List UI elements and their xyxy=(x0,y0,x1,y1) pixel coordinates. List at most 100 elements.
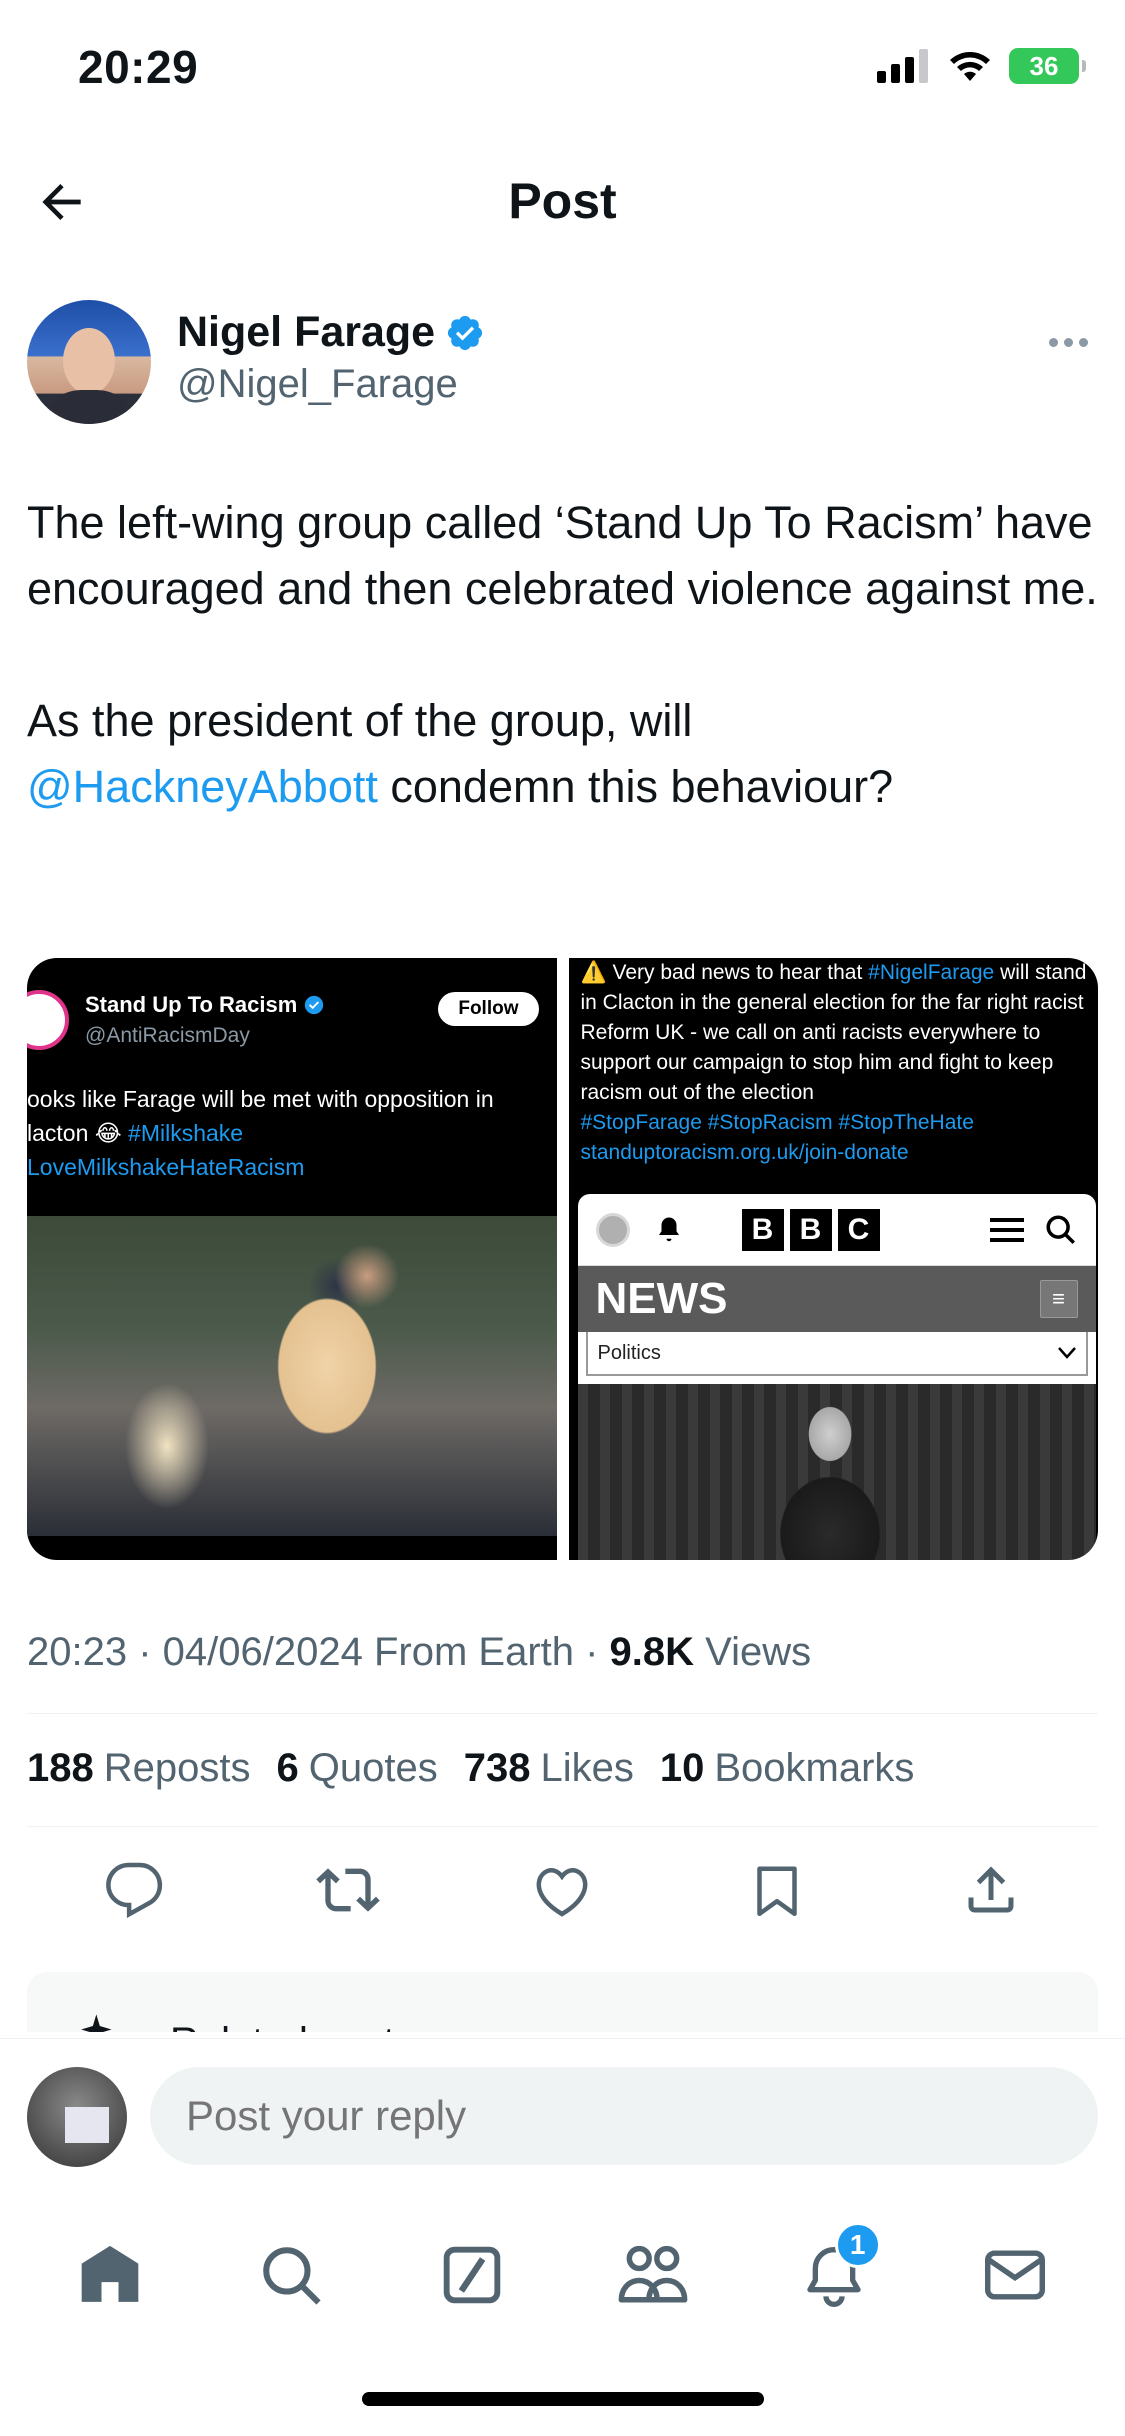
verified-badge-icon xyxy=(448,315,483,350)
bookmarks-count: 10 xyxy=(659,1746,705,1790)
embedded-hashtag: #NigelFarage xyxy=(868,961,995,984)
bookmarks-stat[interactable]: 10 Bookmarks xyxy=(660,1746,915,1791)
embedded-hashtag: #Milkshake xyxy=(128,1120,244,1146)
embedded-post-header: Stand Up To Racism @AntiRacismDay Follow xyxy=(27,980,557,1060)
reply-composer xyxy=(0,2038,1125,2228)
header: Post xyxy=(0,150,1125,250)
repost-icon xyxy=(316,1868,381,1912)
mention-link[interactable]: @HackneyAbbott xyxy=(27,761,378,812)
post-text-segment: As the president of the group, will xyxy=(27,695,693,746)
likes-label: Likes xyxy=(540,1746,634,1790)
bbc-news-banner: NEWS ≡ xyxy=(577,1266,1096,1332)
share-button[interactable] xyxy=(956,1855,1026,1925)
reply-icon xyxy=(106,1862,163,1919)
embedded-text-line: lacton 😂 xyxy=(27,1120,129,1146)
reply-input[interactable] xyxy=(150,2067,1098,2165)
mail-icon xyxy=(984,2250,1045,2300)
related-posts-section[interactable]: Related posts xyxy=(27,1972,1098,2032)
post-text: The left-wing group called ‘Stand Up To … xyxy=(27,490,1098,886)
author-name-row[interactable]: Nigel Farage xyxy=(177,308,485,357)
embedded-hashtag: LoveMilkshakeHateRacism xyxy=(27,1154,305,1180)
embedded-link: standuptoracism.org.uk/join-donate xyxy=(580,1141,909,1164)
views-label: Views xyxy=(694,1630,812,1674)
author-handle[interactable]: @Nigel_Farage xyxy=(177,362,458,407)
embedded-text-line: ooks like Farage will be met with opposi… xyxy=(27,1086,494,1112)
embedded-text-segment: ⚠️ Very bad news to hear that xyxy=(580,961,869,984)
reply-button[interactable] xyxy=(99,1855,169,1925)
bottom-tab-bar: 1 xyxy=(0,2220,1125,2330)
dot xyxy=(1048,337,1058,347)
likes-stat[interactable]: 738 Likes xyxy=(464,1746,634,1791)
repost-button[interactable] xyxy=(313,1855,383,1925)
signal-icon xyxy=(877,49,928,83)
heart-icon xyxy=(537,1868,588,1917)
media-image-1[interactable]: Stand Up To Racism @AntiRacismDay Follow… xyxy=(27,958,557,1560)
embedded-account-name: Stand Up To Racism xyxy=(85,992,298,1017)
home-indicator[interactable] xyxy=(362,2392,764,2406)
bookmark-button[interactable] xyxy=(742,1855,812,1925)
page-title: Post xyxy=(508,173,617,229)
battery-icon: 36 xyxy=(1009,48,1086,84)
post-media: Stand Up To Racism @AntiRacismDay Follow… xyxy=(27,958,1098,1560)
bbc-top-bar: B B C xyxy=(577,1194,1096,1266)
bell-icon xyxy=(658,1217,679,1241)
share-icon xyxy=(968,1866,1014,1913)
like-button[interactable] xyxy=(527,1855,597,1925)
post-metadata: 20:23 · 04/06/2024 From Earth · 9.8K Vie… xyxy=(27,1630,811,1675)
search-icon xyxy=(263,2247,321,2305)
author-avatar[interactable] xyxy=(27,300,151,424)
media-image-2[interactable]: ⚠️ Very bad news to hear that #NigelFara… xyxy=(568,958,1098,1560)
bookmark-icon xyxy=(756,1866,797,1916)
embedded-post-text: ⚠️ Very bad news to hear that #NigelFara… xyxy=(581,958,1091,1168)
tab-communities[interactable] xyxy=(608,2230,698,2320)
bbc-letter: B xyxy=(789,1208,832,1251)
quotes-label: Quotes xyxy=(308,1746,438,1790)
status-bar: 20:29 36 xyxy=(0,0,1125,140)
embedded-account-name-row: Stand Up To Racism xyxy=(85,992,325,1018)
post-timestamp[interactable]: 20:23 · 04/06/2024 From Earth · xyxy=(27,1630,610,1674)
tab-home[interactable] xyxy=(65,2230,155,2320)
engagement-stats: 188 Reposts 6 Quotes 738 Likes 10 Bookmarks xyxy=(27,1746,914,1791)
tab-messages[interactable] xyxy=(970,2230,1060,2320)
bbc-letter: C xyxy=(837,1208,880,1251)
bbc-logo: B B C xyxy=(741,1208,880,1251)
reposts-stat[interactable]: 188 Reposts xyxy=(27,1746,251,1791)
notification-badge: 1 xyxy=(834,2222,881,2268)
user-avatar[interactable] xyxy=(27,2067,127,2167)
likes-count: 738 xyxy=(463,1746,531,1790)
dot xyxy=(1063,337,1073,347)
more-options-button[interactable] xyxy=(1038,322,1098,362)
grok-icon xyxy=(443,2246,501,2304)
tab-notifications[interactable]: 1 xyxy=(789,2222,881,2320)
chevron-down-icon xyxy=(1057,1347,1076,1359)
bbc-top-right xyxy=(989,1213,1078,1247)
post-actions xyxy=(27,1855,1098,1925)
home-icon xyxy=(82,2245,139,2302)
bbc-news-screenshot: B B C NEWS ≡ Politics xyxy=(577,1194,1096,1560)
stand-up-to-racism-logo xyxy=(27,990,69,1050)
dot xyxy=(1078,337,1088,347)
people-icon xyxy=(618,2245,688,2303)
divider xyxy=(27,1826,1098,1827)
author-name[interactable]: Nigel Farage xyxy=(177,308,435,357)
tab-explore[interactable] xyxy=(246,2230,336,2320)
post-author: Nigel Farage @Nigel_Farage xyxy=(27,300,1098,430)
status-time: 20:29 xyxy=(78,41,199,93)
search-icon xyxy=(1045,1214,1075,1244)
quotes-stat[interactable]: 6 Quotes xyxy=(277,1746,438,1791)
bbc-section-label: Politics xyxy=(597,1341,661,1364)
bbc-section-select: Politics xyxy=(585,1332,1088,1376)
account-icon xyxy=(595,1212,630,1247)
reposts-count: 188 xyxy=(27,1746,94,1790)
sparkle-icon xyxy=(81,2014,112,2032)
embedded-account-handle: @AntiRacismDay xyxy=(85,1024,250,1047)
reposts-label: Reposts xyxy=(103,1746,251,1790)
verified-badge-icon xyxy=(305,995,324,1015)
embedded-post-text: ooks like Farage will be met with opposi… xyxy=(27,1082,557,1184)
tab-grok[interactable] xyxy=(427,2230,517,2320)
embedded-hashtags: #StopFarage #StopRacism #StopTheHate xyxy=(580,1111,974,1134)
menu-icon: ≡ xyxy=(1039,1280,1078,1318)
related-posts-label: Related posts xyxy=(170,2020,415,2032)
milkshake-photo xyxy=(27,1216,557,1536)
post-paragraph-1: The left-wing group called ‘Stand Up To … xyxy=(27,497,1098,614)
